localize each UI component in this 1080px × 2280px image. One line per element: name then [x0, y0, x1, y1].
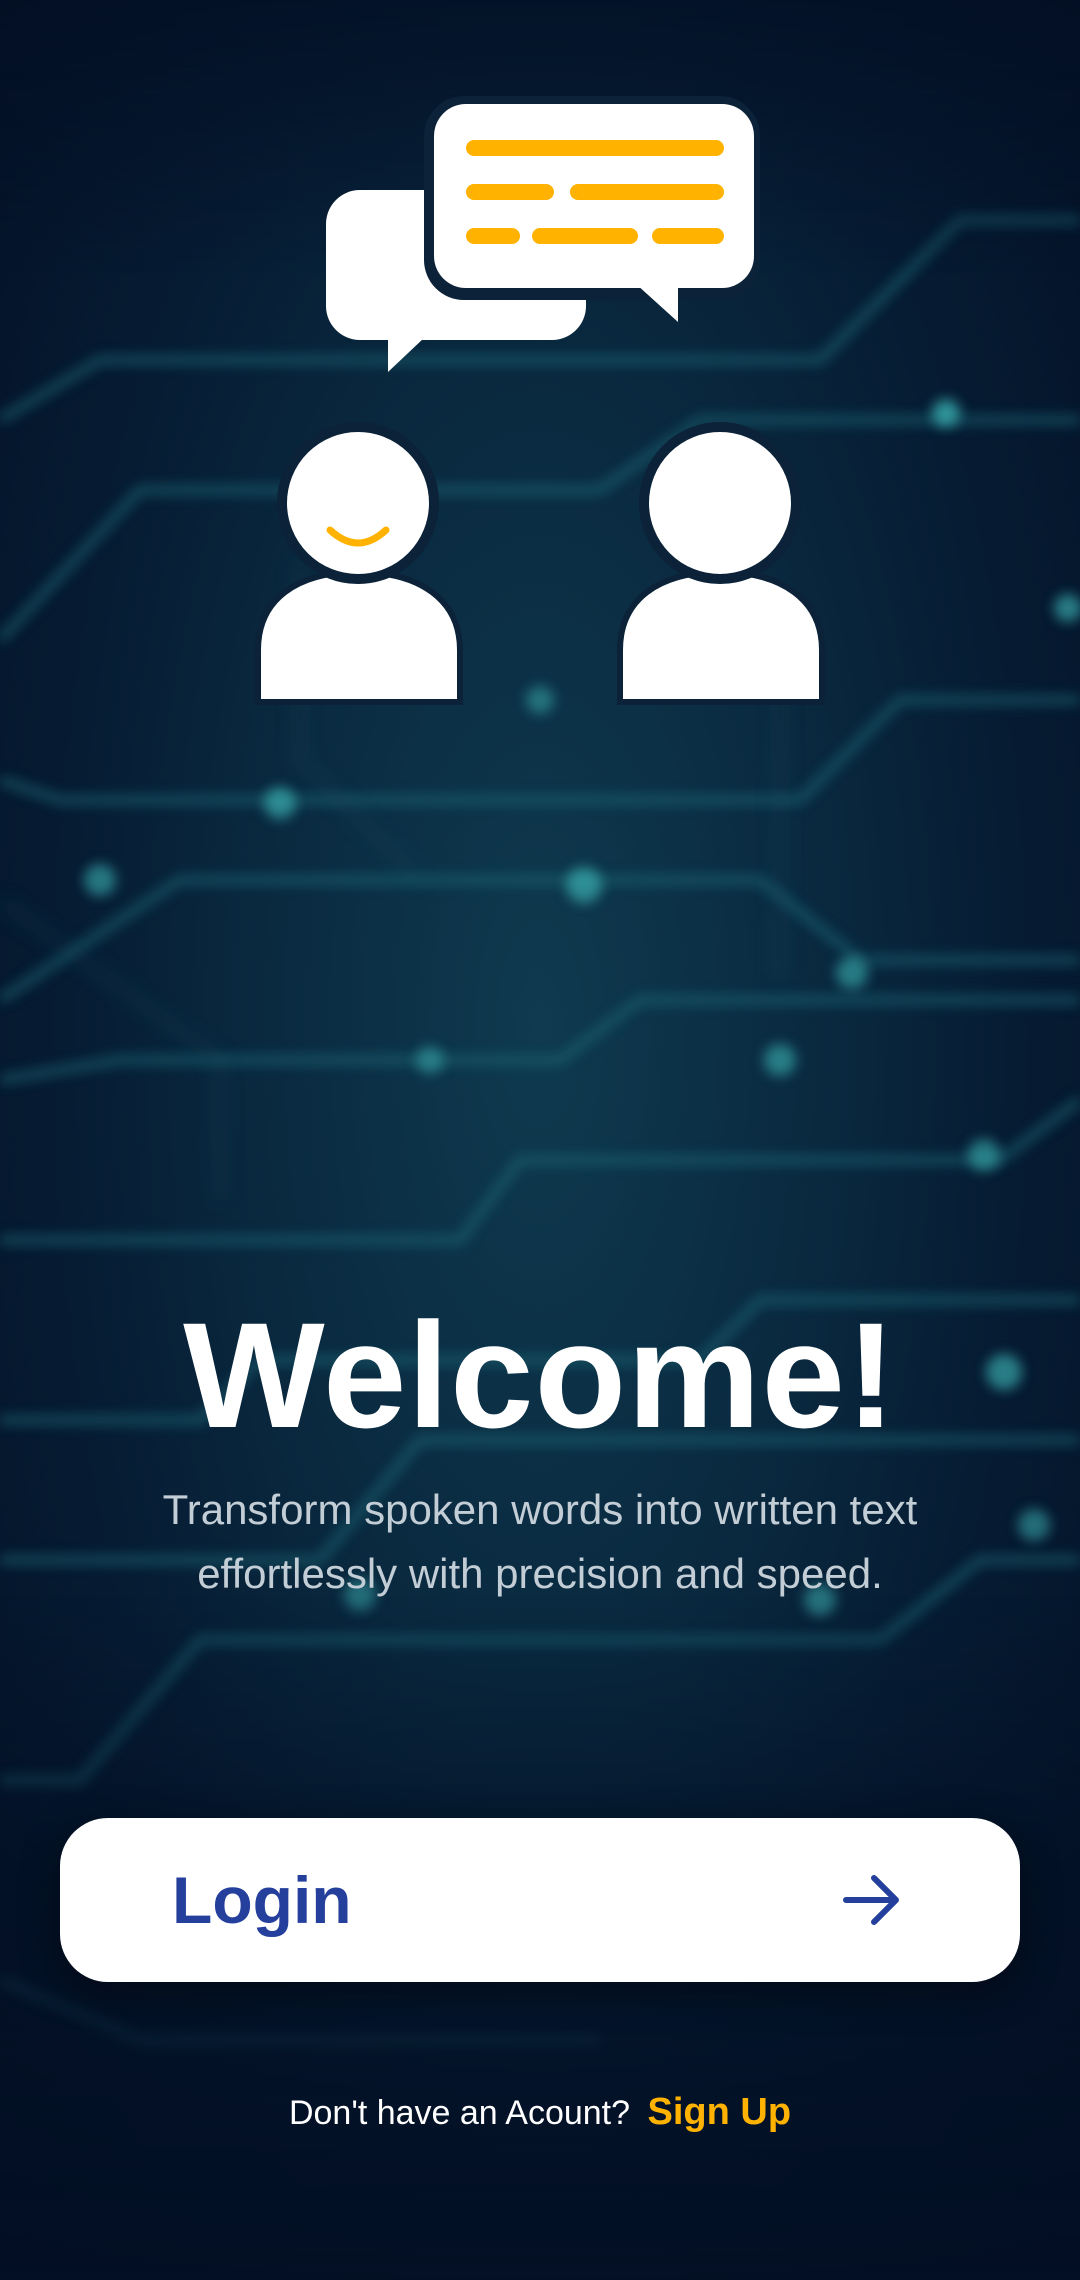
subtitle-line-2: effortlessly with precision and speed. — [197, 1550, 883, 1597]
subtitle-line-1: Transform spoken words into written text — [162, 1486, 918, 1533]
conversation-illustration — [255, 96, 825, 705]
arrow-right-icon — [843, 1875, 899, 1925]
signup-link[interactable]: Sign Up — [648, 2091, 792, 2133]
signup-row: Don't have an Acount? Sign Up — [0, 2088, 1080, 2137]
user-icon — [617, 422, 825, 705]
smiling-user-icon — [255, 422, 463, 705]
signup-prompt: Don't have an Acount? — [288, 2094, 631, 2132]
login-button[interactable]: Login — [60, 1818, 1020, 1982]
welcome-title: Welcome! — [183, 1291, 897, 1459]
welcome-screen: Welcome! Transform spoken words into wri… — [0, 0, 1080, 2280]
chat-bubbles-icon — [424, 96, 760, 322]
login-button-label: Login — [172, 1863, 352, 1937]
welcome-subtitle: Transform spoken words into written text… — [120, 1478, 960, 1606]
